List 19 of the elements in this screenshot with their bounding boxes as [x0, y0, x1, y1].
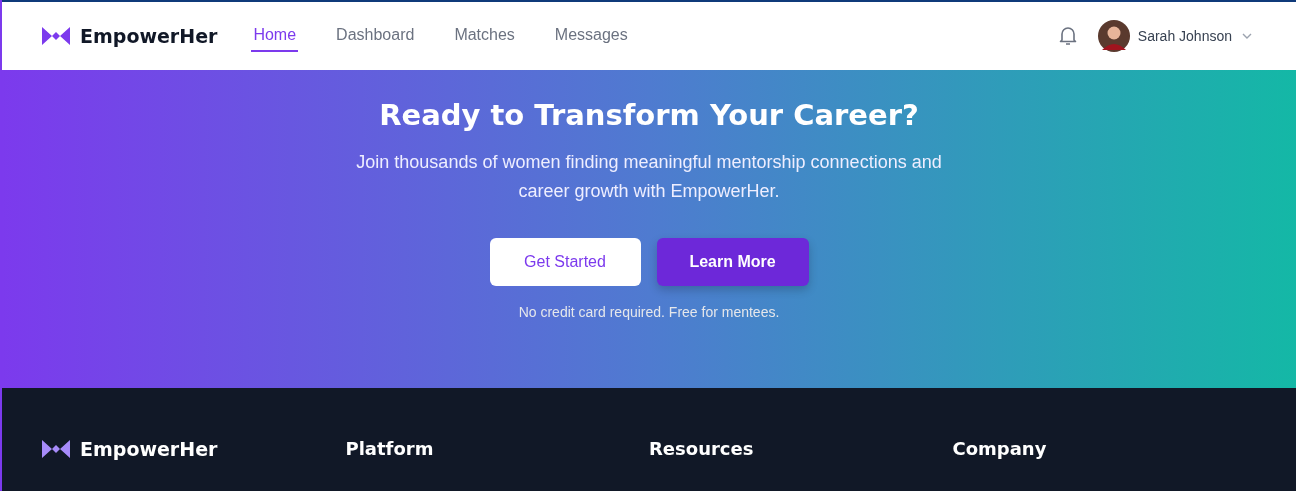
- bell-icon[interactable]: [1057, 25, 1078, 47]
- footer-heading: Resources: [649, 438, 755, 459]
- hero-subtitle: Join thousands of women finding meaningful mentorship connections and career growth with EmpowerHer.: [355, 151, 943, 203]
- nav-link[interactable]: Home: [251, 20, 299, 52]
- user-name[interactable]: Sarah Johnson: [1137, 28, 1232, 44]
- get-started-button[interactable]: Get Started: [489, 238, 641, 286]
- footer-heading: Company: [952, 438, 1048, 459]
- nav-link[interactable]: Messages: [552, 20, 630, 52]
- learn-more-button[interactable]: Learn More: [656, 238, 809, 286]
- hero-note: No credit card required. Free for mentees.: [518, 304, 780, 320]
- chevron-down-icon[interactable]: [1242, 33, 1252, 39]
- footer-heading: Platform: [345, 438, 435, 459]
- hero-title: Ready to Transform Your Career?: [379, 98, 919, 132]
- footer-brand-name: EmpowerHer: [80, 438, 218, 460]
- logo-icon: [42, 26, 70, 46]
- logo-icon: [42, 439, 70, 459]
- nav-link[interactable]: Dashboard: [334, 20, 417, 52]
- brand-name[interactable]: EmpowerHer: [80, 25, 218, 47]
- nav-link[interactable]: Matches: [452, 20, 517, 52]
